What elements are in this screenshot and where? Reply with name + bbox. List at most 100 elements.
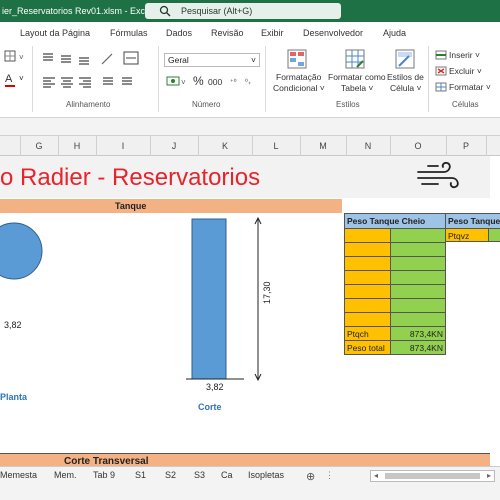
tab-help[interactable]: Ajuda <box>383 28 406 38</box>
font-color-bar <box>5 85 15 87</box>
svg-text:⁰₊: ⁰₊ <box>245 78 252 86</box>
column-headers: G H I J K L M N O P <box>0 136 500 156</box>
column-header-h[interactable]: H <box>58 141 96 151</box>
tanque-label: Tanque <box>115 201 147 211</box>
corte-transversal-band: Corte Transversal <box>0 453 490 466</box>
percent-button[interactable]: % <box>193 74 204 88</box>
table-header-full: Peso Tanque Cheio <box>344 213 446 229</box>
delete-button[interactable]: Excluir ˅ <box>449 66 482 76</box>
column-header-i[interactable]: I <box>96 141 150 151</box>
sheet-tab-s1[interactable]: S1 <box>135 470 146 484</box>
plan-label: Planta <box>0 392 28 402</box>
separator <box>32 46 33 112</box>
separator <box>265 46 266 112</box>
svg-text:⁺⁰: ⁺⁰ <box>230 78 237 86</box>
sheet-tab-mem[interactable]: Mem. <box>54 470 77 484</box>
tab-data[interactable]: Dados <box>166 28 192 38</box>
insert-button[interactable]: Inserir ˅ <box>449 50 480 60</box>
tab-review[interactable]: Revisão <box>211 28 244 38</box>
title-bar: ier_Reservatorios Rev01.xlsm - Excel Pes… <box>0 0 500 22</box>
format-table-label-2[interactable]: Tabela ˅ <box>341 83 373 93</box>
wind-icon <box>417 161 459 189</box>
table-row <box>390 312 446 327</box>
separator <box>158 46 159 112</box>
formula-bar-area <box>0 118 500 136</box>
sheet-tab-memesta[interactable]: Memesta <box>0 470 37 484</box>
font-color-button[interactable]: A ˅ <box>5 73 29 87</box>
column-header-j[interactable]: J <box>150 141 198 151</box>
svg-text:˅: ˅ <box>19 53 24 62</box>
conditional-format-icon <box>287 49 307 69</box>
table-row <box>344 284 391 299</box>
cond-format-label-1[interactable]: Formatação <box>276 72 321 82</box>
horizontal-scrollbar[interactable]: ◂ ▸ <box>370 470 495 482</box>
table-row <box>344 312 391 327</box>
ptqch-value: 873,4KN <box>390 326 446 341</box>
search-placeholder: Pesquisar (Alt+G) <box>181 6 253 16</box>
chevron-down-icon: ˅ <box>251 55 256 65</box>
format-table-icon <box>345 49 365 69</box>
search-icon <box>159 5 171 17</box>
table-row <box>390 298 446 313</box>
more-options-icon[interactable]: ⋮ <box>325 470 334 481</box>
sheet-tab-s3[interactable]: S3 <box>194 470 205 484</box>
search-input[interactable]: Pesquisar (Alt+G) <box>145 3 341 19</box>
add-sheet-icon[interactable]: ⊕ <box>306 470 315 483</box>
section-height-dimension: 17,30 <box>262 281 272 304</box>
column-header-l[interactable]: L <box>252 141 300 151</box>
ptqvz-label: Ptqvz <box>445 228 489 242</box>
cell-styles-label-1[interactable]: Estilos de <box>387 72 424 82</box>
sheet-tab-tab9[interactable]: Tab 9 <box>93 470 115 484</box>
scroll-left-icon[interactable]: ◂ <box>374 471 378 480</box>
table-row <box>390 228 446 243</box>
group-alignment-label: Alinhamento <box>66 100 111 109</box>
worksheet[interactable]: o Radier - Reservatorios Tanque 3,82 Pla… <box>0 156 500 466</box>
column-header-n[interactable]: N <box>346 141 390 151</box>
group-styles-label: Estilos <box>336 100 360 109</box>
ptqvz-value <box>488 228 500 242</box>
sheet-title: o Radier - Reservatorios <box>0 164 261 191</box>
column-header-k[interactable]: K <box>198 141 252 151</box>
tank-section-rect <box>191 218 227 380</box>
plan-dimension: 3,82 <box>4 320 22 330</box>
window-title: ier_Reservatorios Rev01.xlsm - Excel <box>2 6 153 16</box>
column-header-p[interactable]: P <box>446 141 486 151</box>
tanque-band: Tanque <box>0 199 342 213</box>
sheet-tab-isopletas[interactable]: Isopletas <box>248 470 284 484</box>
sheet-tab-ca[interactable]: Ca <box>221 470 233 484</box>
corte-transversal-label: Corte Transversal <box>64 456 149 466</box>
group-cells-label: Células <box>452 100 479 109</box>
svg-text:˅: ˅ <box>181 78 186 87</box>
scroll-right-icon[interactable]: ▸ <box>487 471 491 480</box>
scrollbar-thumb[interactable] <box>385 473 480 479</box>
table-row <box>390 242 446 257</box>
format-button[interactable]: Formatar ˅ <box>449 82 491 92</box>
column-header-o[interactable]: O <box>390 141 446 151</box>
thousands-button[interactable]: 000 <box>208 77 222 87</box>
insert-icon <box>435 50 447 60</box>
tab-developer[interactable]: Desenvolvedor <box>303 28 363 38</box>
table-row <box>344 256 391 271</box>
peso-total-label: Peso total <box>344 340 391 355</box>
currency-icon[interactable]: ˅ <box>166 74 188 88</box>
cell-styles-label-2[interactable]: Célula ˅ <box>390 83 421 93</box>
column-header-g[interactable]: G <box>20 141 58 151</box>
format-table-label-1[interactable]: Formatar como <box>328 72 386 82</box>
borders-icon[interactable]: ˅ <box>4 50 34 64</box>
table-row <box>390 270 446 285</box>
ribbon-tabs: Layout da Página Fórmulas Dados Revisão … <box>0 22 500 42</box>
section-label: Corte <box>198 402 222 412</box>
section-width-dimension: 3,82 <box>206 382 224 392</box>
table-row <box>344 242 391 257</box>
decimal-icons[interactable]: ⁺⁰ ⁰₊ <box>229 74 263 88</box>
tab-formulas[interactable]: Fórmulas <box>110 28 148 38</box>
tab-page-layout[interactable]: Layout da Página <box>20 28 90 38</box>
cond-format-label-2[interactable]: Condicional ˅ <box>273 83 325 93</box>
alignment-icons[interactable] <box>40 50 150 90</box>
table-row <box>390 284 446 299</box>
tab-view[interactable]: Exibir <box>261 28 284 38</box>
sheet-tab-s2[interactable]: S2 <box>165 470 176 484</box>
column-header-m[interactable]: M <box>300 141 346 151</box>
number-format-select[interactable]: Geral ˅ <box>164 53 260 67</box>
peso-total-value: 873,4KN <box>390 340 446 355</box>
